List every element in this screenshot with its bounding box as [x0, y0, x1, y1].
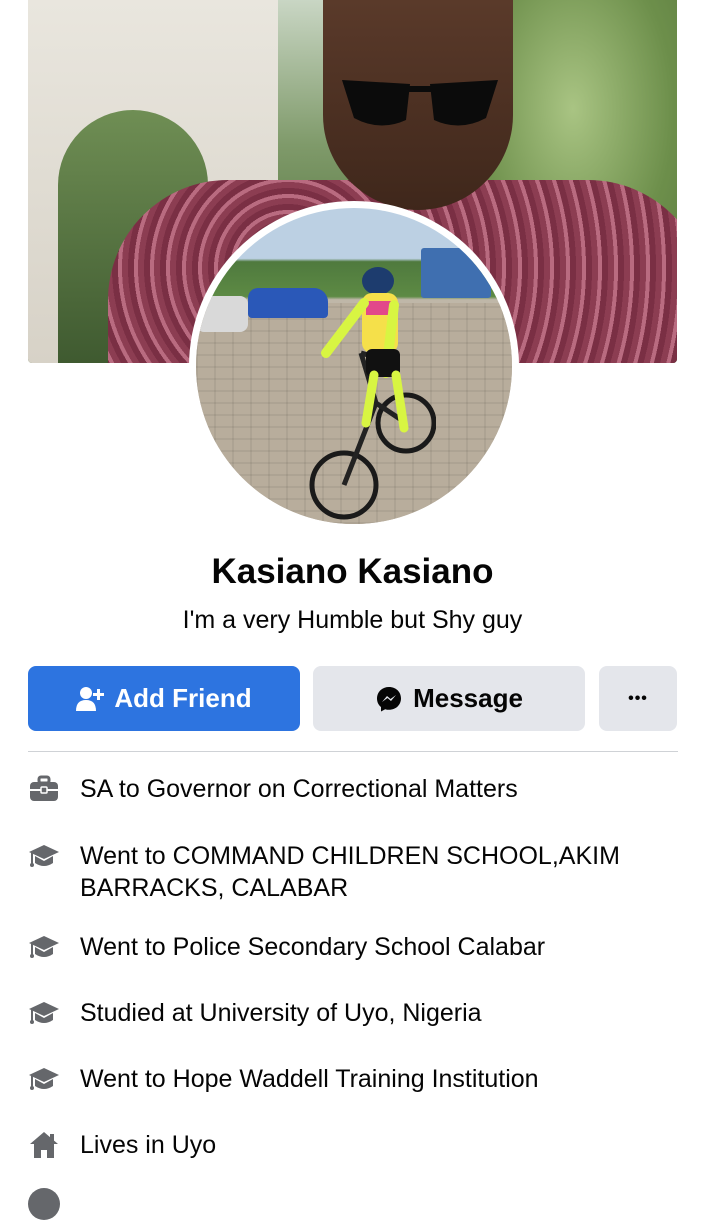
more-dots-icon: •••: [628, 689, 648, 707]
intro-lives-in[interactable]: Lives in Uyo: [28, 1129, 688, 1161]
graduation-cap-icon: [28, 931, 60, 963]
intro-lives-in-text: Lives in Uyo: [80, 1129, 688, 1161]
intro-education-4[interactable]: Went to Hope Waddell Training Institutio…: [28, 1063, 688, 1095]
intro-education-1-prefix: Went to: [80, 842, 173, 870]
message-label: Message: [413, 683, 523, 713]
more-options-button[interactable]: •••: [599, 666, 677, 731]
messenger-icon: [375, 685, 403, 713]
graduation-cap-icon: [28, 840, 60, 872]
graduation-cap-icon: [28, 997, 60, 1029]
divider: [28, 751, 678, 752]
intro-education-3-text: Studied at University of Uyo, Nigeria: [80, 999, 482, 1027]
intro-lives-in-city[interactable]: Uyo: [172, 1131, 216, 1159]
home-icon: [28, 1129, 60, 1161]
add-friend-label: Add Friend: [114, 683, 252, 713]
intro-work-text: SA to Governor on Correctional Matters: [80, 775, 518, 803]
intro-education-1[interactable]: Went to COMMAND CHILDREN SCHOOL,AKIM BAR…: [28, 840, 688, 904]
intro-work[interactable]: SA to Governor on Correctional Matters: [28, 773, 688, 805]
intro-education-2-text: Went to Police Secondary School Calabar: [80, 933, 546, 961]
add-friend-button[interactable]: Add Friend: [28, 666, 300, 731]
profile-name: Kasiano Kasiano: [211, 552, 494, 591]
message-button[interactable]: Message: [313, 666, 585, 731]
avatar-white-car: [196, 296, 248, 332]
cut-off-icon: [28, 1188, 60, 1220]
intro-education-3[interactable]: Studied at University of Uyo, Nigeria: [28, 997, 688, 1029]
avatar[interactable]: [196, 208, 512, 524]
graduation-cap-icon: [28, 1063, 60, 1095]
add-person-icon: [76, 686, 105, 712]
briefcase-icon: [28, 773, 60, 805]
intro-education-2[interactable]: Went to Police Secondary School Calabar: [28, 931, 688, 963]
intro-education-4-text: Went to Hope Waddell Training Institutio…: [80, 1065, 539, 1093]
intro-education-1-text: Went to COMMAND CHILDREN SCHOOL,AKIM BAR…: [80, 840, 688, 904]
profile-bio: I'm a very Humble but Shy guy: [182, 606, 523, 634]
cyclist-icon: [309, 267, 436, 520]
intro-lives-in-prefix: Lives in: [80, 1131, 172, 1159]
sunglasses-icon: [342, 80, 498, 126]
